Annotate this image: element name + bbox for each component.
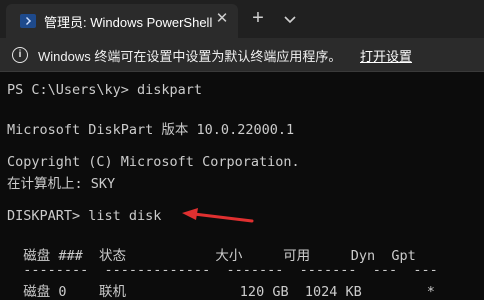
open-settings-link[interactable]: 打开设置 xyxy=(360,46,412,65)
terminal-output[interactable]: PS C:\Users\ky> diskpart Microsoft DiskP… xyxy=(0,72,484,300)
terminal-line: DISKPART> list disk xyxy=(7,208,162,224)
terminal-line: Copyright (C) Microsoft Corporation. xyxy=(7,154,300,170)
annotation-arrow xyxy=(182,208,254,223)
chevron-down-icon[interactable] xyxy=(279,8,301,30)
tab-title: 管理员: Windows PowerShell xyxy=(44,15,213,30)
terminal-line: -------- ------------- ------- ------- -… xyxy=(7,262,438,278)
terminal-line: 磁盘 ### 状态 大小 可用 Dyn Gpt xyxy=(7,248,416,264)
tab-powershell[interactable]: 管理员: Windows PowerShell ✕ xyxy=(6,4,238,38)
info-message: Windows 终端可在设置中设置为默认终端应用程序。 xyxy=(38,49,342,64)
terminal-line: 磁盘 0 联机 120 GB 1024 KB * xyxy=(7,284,435,300)
info-bar: i Windows 终端可在设置中设置为默认终端应用程序。 打开设置 xyxy=(0,38,484,72)
close-icon[interactable]: ✕ xyxy=(211,8,233,30)
tab-bar: 管理员: Windows PowerShell ✕ + xyxy=(0,0,484,38)
info-icon: i xyxy=(12,47,28,63)
new-tab-button[interactable]: + xyxy=(246,7,270,31)
powershell-icon xyxy=(20,14,36,28)
terminal-line: 在计算机上: SKY xyxy=(7,176,116,192)
terminal-line: Microsoft DiskPart 版本 10.0.22000.1 xyxy=(7,122,295,138)
terminal-line: PS C:\Users\ky> diskpart xyxy=(7,82,203,98)
